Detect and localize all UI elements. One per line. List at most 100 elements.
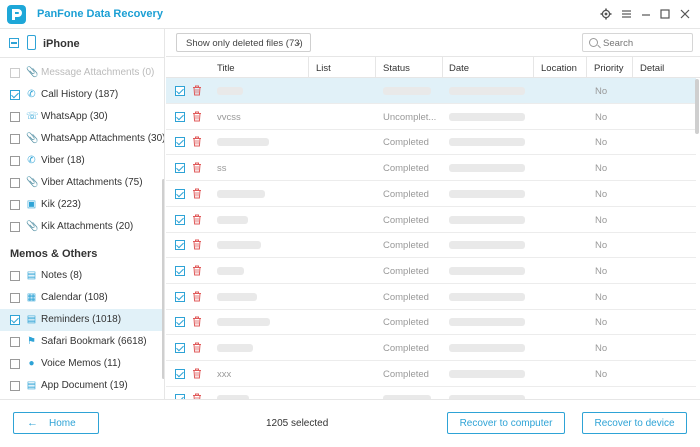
column-priority[interactable]: Priority (594, 63, 624, 74)
blurred-date (449, 138, 525, 147)
column-list[interactable]: List (316, 63, 331, 74)
row-checkbox[interactable] (175, 111, 185, 122)
notes-icon: ▤ (26, 270, 37, 281)
checkbox[interactable] (10, 381, 20, 391)
blurred-date (449, 87, 525, 95)
column-title[interactable]: Title (217, 63, 235, 74)
column-status[interactable]: Status (383, 63, 410, 74)
trash-icon (193, 368, 201, 379)
row-checkbox[interactable] (175, 188, 185, 199)
search-box[interactable] (582, 33, 693, 52)
row-checkbox[interactable] (175, 240, 185, 251)
sidebar-item-reminders[interactable]: ▤ Reminders (1018) (0, 309, 162, 331)
table-header: Title List Status Date Location Priority… (166, 56, 700, 78)
table-scrollbar[interactable] (695, 79, 699, 134)
row-checkbox[interactable] (175, 343, 185, 353)
home-button[interactable]: ← Home (13, 412, 99, 434)
menu-icon[interactable] (618, 6, 634, 22)
sidebar-item-kik[interactable]: ▣ Kik (223) (0, 194, 162, 216)
sidebar-item-voice-memos[interactable]: ● Voice Memos (11) (0, 353, 162, 375)
table-row[interactable]: xxx Completed No (166, 361, 696, 387)
column-detail[interactable]: Detail (640, 63, 664, 74)
table-row[interactable]: Completed No (166, 207, 696, 233)
table-row[interactable]: ss Completed No (166, 155, 696, 182)
table-row[interactable]: Completed No (166, 309, 696, 336)
row-status: Completed (383, 214, 429, 226)
blurred-title (217, 344, 253, 352)
sidebar-item-notes[interactable]: ▤ Notes (8) (0, 265, 162, 287)
checkbox[interactable] (10, 112, 20, 122)
checkbox[interactable] (10, 315, 20, 325)
trash-icon (193, 111, 201, 122)
sidebar-item-app-document[interactable]: ▤ App Document (19) (0, 375, 162, 397)
row-checkbox[interactable] (175, 291, 185, 302)
table-row[interactable]: Completed No (166, 284, 696, 310)
phone-device-icon (27, 35, 36, 50)
row-checkbox[interactable] (175, 163, 185, 174)
checkbox[interactable] (10, 200, 20, 210)
maximize-icon[interactable] (657, 6, 673, 22)
trash-icon (193, 214, 201, 224)
checkbox[interactable] (10, 271, 20, 281)
table-row[interactable] (166, 386, 696, 399)
checkbox[interactable] (10, 90, 20, 100)
blurred-title (217, 318, 270, 327)
search-input[interactable] (603, 36, 688, 50)
sidebar-item-viber[interactable]: ✆ Viber (18) (0, 150, 162, 172)
row-status: Completed (383, 137, 429, 149)
sidebar-item-call-history[interactable]: ✆ Call History (187) (0, 84, 162, 106)
checkbox[interactable] (10, 178, 20, 188)
close-icon[interactable] (677, 6, 693, 22)
recover-to-computer-button[interactable]: Recover to computer (447, 412, 565, 434)
column-location[interactable]: Location (541, 63, 577, 74)
row-checkbox[interactable] (175, 86, 185, 96)
row-checkbox[interactable] (175, 265, 185, 276)
checkbox[interactable] (10, 293, 20, 303)
table-row[interactable]: Completed No (166, 232, 696, 259)
checkbox[interactable] (10, 222, 20, 232)
app-title: PanFone Data Recovery (37, 8, 163, 20)
filter-dropdown[interactable]: Show only deleted files (73) ⌄ (176, 33, 311, 52)
sidebar-item-viber-attachments[interactable]: 📎 Viber Attachments (75) (0, 172, 162, 194)
gear-icon[interactable] (598, 6, 614, 22)
table-row[interactable]: Completed No (166, 335, 696, 361)
checkbox[interactable] (10, 68, 20, 78)
row-checkbox[interactable] (175, 368, 185, 379)
row-status: Completed (383, 188, 429, 200)
table-row[interactable]: Completed No (166, 181, 696, 207)
sidebar-scrollbar[interactable] (162, 179, 164, 379)
sidebar-item-whatsapp-attachments[interactable]: 📎 WhatsApp Attachments (30) (0, 128, 164, 150)
sidebar-item-label: Kik Attachments (20) (41, 221, 134, 232)
checkbox[interactable] (10, 134, 20, 144)
checkbox[interactable] (10, 156, 20, 166)
row-priority: No (595, 291, 608, 303)
sidebar-item-calendar[interactable]: ▦ Calendar (108) (0, 287, 162, 309)
row-checkbox[interactable] (175, 137, 185, 148)
sidebar-item-kik-attachments[interactable]: 📎 Kik Attachments (20) (0, 216, 162, 238)
device-row[interactable]: iPhone (0, 29, 164, 58)
row-status: Completed (383, 368, 429, 380)
column-date[interactable]: Date (449, 63, 469, 74)
minimize-icon[interactable] (638, 6, 654, 22)
table-row[interactable]: Completed No (166, 258, 696, 284)
table-row[interactable]: vvcss Uncomplet... No (166, 104, 696, 130)
table-row[interactable]: No (166, 78, 696, 104)
recover-to-device-button[interactable]: Recover to device (582, 412, 687, 434)
sidebar-item-safari-bookmark[interactable]: ⚑ Safari Bookmark (6618) (0, 331, 162, 353)
row-title: ss (217, 163, 227, 175)
row-checkbox[interactable] (175, 317, 185, 328)
collapse-icon[interactable] (9, 38, 19, 48)
sidebar-item-label: Call History (187) (41, 89, 119, 100)
checkbox[interactable] (10, 337, 20, 347)
table-body: No vvcss Uncomplet... No Completed No ss Comple… (166, 78, 696, 399)
blurred-title (217, 241, 261, 250)
table-row[interactable]: Completed No (166, 129, 696, 156)
filter-label: Show only deleted files (73) (186, 38, 303, 49)
sidebar-item-whatsapp[interactable]: ☏ WhatsApp (30) (0, 106, 162, 128)
checkbox[interactable] (10, 359, 20, 369)
row-priority: No (595, 137, 608, 149)
trash-icon (193, 136, 201, 147)
sidebar-item-message-attachments[interactable]: 📎 Message Attachments (0) (0, 62, 162, 84)
row-checkbox[interactable] (175, 214, 185, 225)
sidebar-item-label: Notes (8) (41, 270, 83, 281)
